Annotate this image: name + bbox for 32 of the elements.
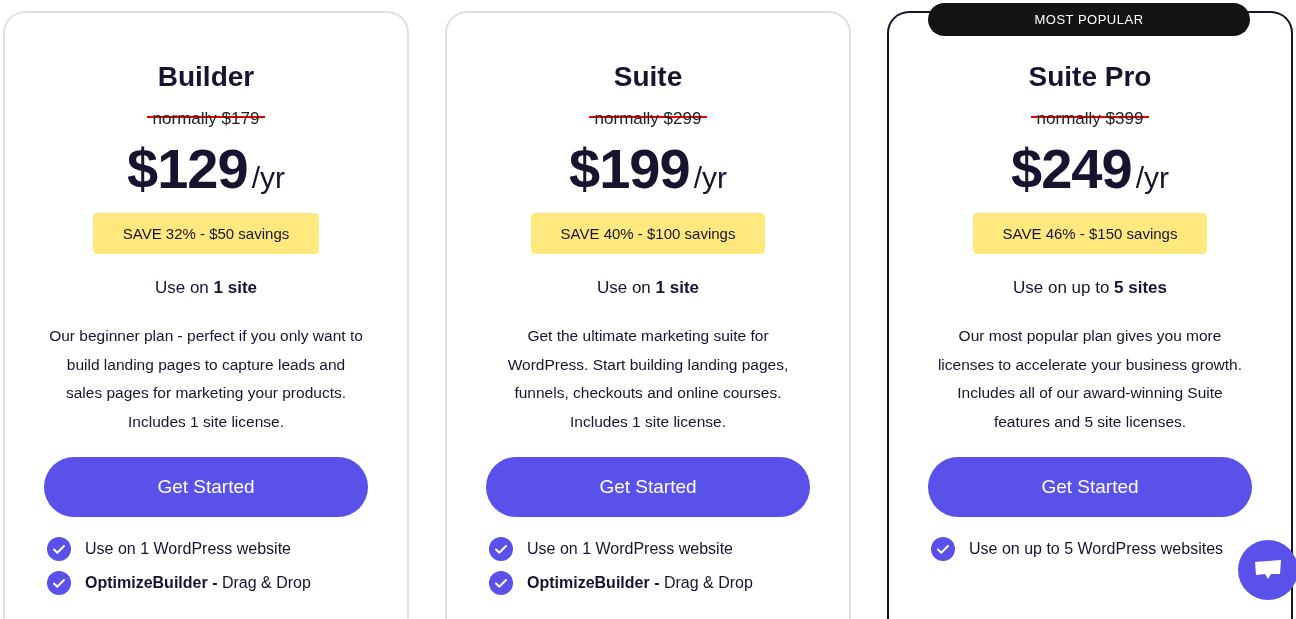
site-usage: Use on 1 site [154,277,258,299]
savings-label: SAVE 40% - $100 savings [530,213,766,254]
feature-text: Use on up to 5 WordPress websites [969,538,1224,559]
price: $199 [569,137,690,201]
get-started-button[interactable]: Get Started [44,456,368,517]
plan-name: Suite [613,60,683,94]
savings-label: SAVE 46% - $150 savings [972,213,1208,254]
price-period: /yr [693,161,727,195]
check-icon [931,536,955,561]
site-usage: Use on up to 5 sites [1012,277,1168,299]
plan-description: Our most popular plan gives you more licenses to accelerate your business growth. Includes all of our award-winning Suite features and 5 site licenses. [936,326,1244,433]
plan-name: Builder [157,60,255,94]
check-icon [47,536,71,561]
get-started-button[interactable]: Get Started [486,456,810,517]
check-icon [47,570,71,595]
price-period: /yr [251,161,285,195]
price-period: /yr [1135,161,1169,195]
popular-badge: MOST POPULAR [928,3,1250,36]
plan-name: Suite Pro [1028,60,1152,94]
check-icon [489,570,513,595]
plan-description: Our beginner plan - perfect if you only want to build landing pages to capture leads and sales pages for marketing your products. Includes 1 site license. [48,326,364,433]
feature-text: Use on 1 WordPress website [85,538,291,559]
feature-text: Use on 1 WordPress website [527,538,733,559]
get-started-button[interactable]: Get Started [928,456,1252,517]
feature-text: OptimizeBuilder - Drag & Drop [527,572,753,593]
price: $129 [127,137,248,201]
feature-text: OptimizeBuilder - Drag & Drop [85,572,311,593]
savings-label: SAVE 32% - $50 savings [92,213,320,254]
price: $249 [1011,137,1132,201]
site-usage: Use on 1 site [596,277,700,299]
plan-description: Get the ultimate marketing suite for WordPress. Start building landing pages, funnels, checkouts and online courses. Includes 1 site license. [506,326,790,433]
check-icon [489,536,513,561]
